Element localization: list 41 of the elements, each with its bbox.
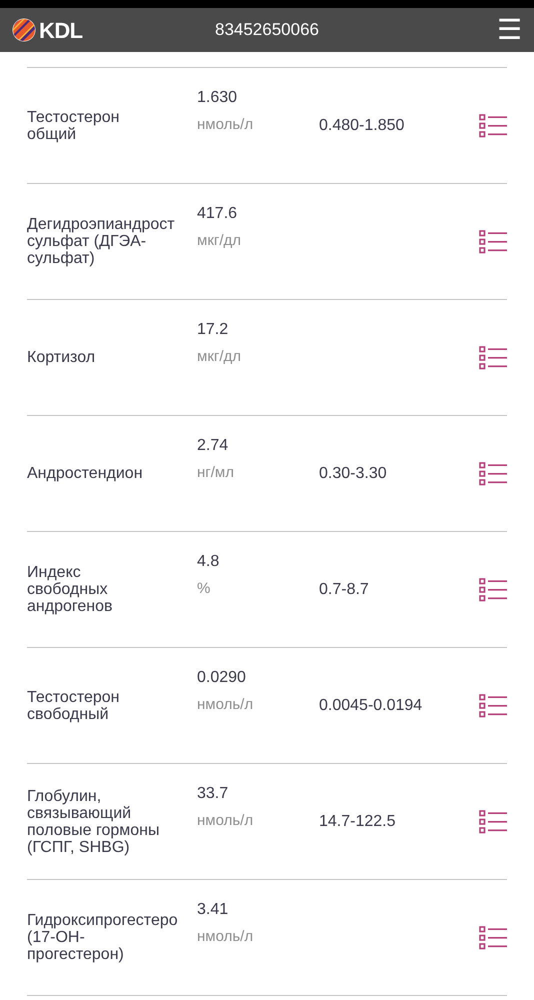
- unit-label: %: [197, 579, 210, 599]
- list-icon[interactable]: [479, 346, 507, 370]
- list-icon[interactable]: [479, 462, 507, 486]
- result-value: 417.6: [197, 204, 238, 224]
- list-icon[interactable]: [479, 578, 507, 602]
- test-name: Индекс свободных андрогенов: [27, 564, 114, 615]
- result-value: 0.0290: [197, 668, 246, 688]
- unit-label: мкг/дл: [197, 347, 242, 367]
- unit-label: нмоль/л: [197, 695, 254, 715]
- test-name: Тестостерон общий: [27, 108, 120, 142]
- list-icon[interactable]: [479, 810, 507, 834]
- unit-label: нмоль/л: [197, 115, 254, 135]
- test-name: Андростендион: [27, 465, 144, 482]
- menu-button[interactable]: ☰: [497, 16, 522, 44]
- test-name: Дегидроэпиандрост сульфат (ДГЭА-сульфат): [27, 216, 176, 267]
- reference-range: 0.30-3.30: [319, 464, 387, 482]
- logo-text: KDL: [39, 16, 83, 44]
- result-value: 33.7: [197, 784, 228, 804]
- list-icon[interactable]: [479, 926, 507, 950]
- reference-range: 14.7-122.5: [319, 812, 396, 830]
- reference-range: 0.480-1.850: [319, 116, 404, 134]
- result-value: 17.2: [197, 320, 228, 340]
- phone-number[interactable]: 83452650066: [215, 17, 319, 43]
- test-name: Кортизол: [27, 349, 96, 366]
- test-name: Тестостерон свободный: [27, 688, 120, 722]
- unit-label: нмоль/л: [197, 927, 254, 947]
- result-value: 3.41: [197, 900, 228, 920]
- reference-range: 0.0045-0.0194: [319, 696, 422, 714]
- list-icon[interactable]: [479, 694, 507, 718]
- test-name: Глобулин, связывающий половые гормоны (ГСПГ, SHBG): [27, 788, 160, 856]
- list-icon[interactable]: [479, 114, 507, 138]
- reference-range: 0.7-8.7: [319, 580, 369, 598]
- result-value: 4.8: [197, 552, 220, 572]
- unit-label: мкг/дл: [197, 231, 242, 251]
- result-value: 2.74: [197, 436, 228, 456]
- list-icon[interactable]: [479, 230, 507, 254]
- test-name: Гидроксипрогестеро (17-ОН- прогестерон): [27, 912, 179, 963]
- logo-icon: [12, 18, 36, 42]
- unit-label: нмоль/л: [197, 811, 254, 831]
- unit-label: нг/мл: [197, 463, 234, 483]
- result-value: 1.630: [197, 88, 238, 108]
